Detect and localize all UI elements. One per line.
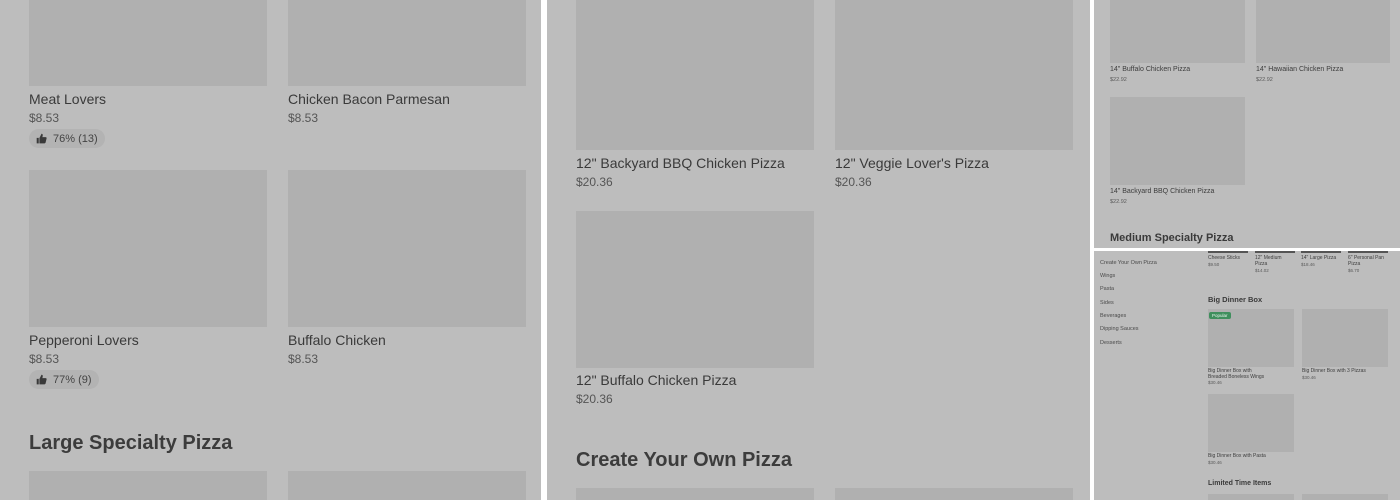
item-price: $30.46 xyxy=(1302,375,1316,380)
item-price: $6.70 xyxy=(1348,268,1360,273)
item-name[interactable]: 12" Medium Pizza xyxy=(1255,255,1291,267)
item-name[interactable]: 14" Backyard BBQ Chicken Pizza xyxy=(1110,188,1214,195)
popular-badge: Popular xyxy=(1209,312,1231,319)
item-price: $14.02 xyxy=(1255,268,1269,273)
item-name[interactable]: 12" Buffalo Chicken Pizza xyxy=(576,372,736,388)
item-image[interactable] xyxy=(1208,494,1294,500)
item-image[interactable] xyxy=(1302,494,1388,500)
sidebar-item-pasta[interactable]: Pasta xyxy=(1100,286,1114,292)
sidebar-item-dipping-sauces[interactable]: Dipping Sauces xyxy=(1100,326,1139,332)
item-price: $22.92 xyxy=(1110,77,1127,83)
item-price: $30.46 xyxy=(1208,380,1222,385)
rating-badge: 76% (13) xyxy=(29,129,105,148)
rating-badge: 77% (9) xyxy=(29,370,99,389)
item-image[interactable] xyxy=(576,211,814,368)
menu-panel-12in-specialty: 12" Backyard BBQ Chicken Pizza 12" Veggi… xyxy=(547,0,1090,500)
item-image[interactable] xyxy=(288,0,526,86)
item-image[interactable] xyxy=(1110,97,1245,185)
item-price: $20.36 xyxy=(576,175,613,189)
menu-panel-14in-specialty: 14" Buffalo Chicken Pizza 14" Hawaiian C… xyxy=(1094,0,1400,248)
item-image[interactable] xyxy=(1208,394,1294,452)
rating-value: 76% (13) xyxy=(53,132,98,145)
item-image[interactable] xyxy=(288,170,526,327)
section-heading: Big Dinner Box xyxy=(1208,295,1263,304)
item-price: $9.50 xyxy=(1208,262,1220,267)
item-price: $8.53 xyxy=(288,352,319,366)
item-price: $22.92 xyxy=(1256,77,1273,83)
item-name[interactable]: Cheese Sticks xyxy=(1208,255,1240,261)
item-name[interactable]: 14" Large Pizza xyxy=(1301,255,1336,261)
thumbs-up-icon xyxy=(36,133,47,144)
item-name[interactable]: 12" Backyard BBQ Chicken Pizza xyxy=(576,155,785,171)
menu-panel-small-specialty: Meat Lovers Chicken Bacon Parmesan $8.53… xyxy=(0,0,541,500)
item-name[interactable]: Big Dinner Box with 3 Pizzas xyxy=(1302,368,1366,374)
section-heading: Limited Time Items xyxy=(1208,480,1272,487)
section-heading: Medium Specialty Pizza xyxy=(1110,232,1234,244)
item-price: $20.36 xyxy=(576,392,613,406)
item-image[interactable] xyxy=(1301,251,1341,253)
item-image[interactable] xyxy=(29,170,267,327)
item-name[interactable]: 6" Personal Pan Pizza xyxy=(1348,255,1388,267)
thumbs-up-icon xyxy=(36,374,47,385)
item-image[interactable] xyxy=(29,0,267,86)
item-name[interactable]: 14" Buffalo Chicken Pizza xyxy=(1110,66,1190,73)
item-name[interactable]: Big Dinner Box with Pasta xyxy=(1208,453,1266,459)
item-image[interactable] xyxy=(1302,309,1388,367)
item-image[interactable] xyxy=(576,488,814,500)
item-image[interactable] xyxy=(1208,251,1248,253)
item-image[interactable] xyxy=(835,488,1073,500)
sidebar-item-sides[interactable]: Sides xyxy=(1100,300,1114,306)
item-image[interactable] xyxy=(1256,0,1390,63)
item-name[interactable]: 12" Veggie Lover's Pizza xyxy=(835,155,989,171)
item-price: $30.46 xyxy=(1208,460,1222,465)
sidebar-item-desserts[interactable]: Desserts xyxy=(1100,340,1122,346)
item-price: $22.92 xyxy=(1110,199,1127,205)
item-price: $8.53 xyxy=(288,111,319,125)
item-image[interactable] xyxy=(1348,251,1388,253)
item-image[interactable] xyxy=(576,0,814,150)
rating-value: 77% (9) xyxy=(53,373,92,386)
item-price: $20.36 xyxy=(835,175,872,189)
item-price: $8.53 xyxy=(29,352,60,366)
item-name[interactable]: Chicken Bacon Parmesan xyxy=(288,91,450,107)
menu-panel-big-dinner-box: Create Your Own Pizza Wings Pasta Sides … xyxy=(1094,251,1400,500)
sidebar-item-wings[interactable]: Wings xyxy=(1100,273,1115,279)
item-name[interactable]: Big Dinner Box with Breaded Boneless Win… xyxy=(1208,368,1270,380)
sidebar-item-beverages[interactable]: Beverages xyxy=(1100,313,1126,319)
item-price: $18.46 xyxy=(1301,262,1315,267)
section-heading: Large Specialty Pizza xyxy=(29,432,233,454)
section-heading: Create Your Own Pizza xyxy=(576,449,792,471)
item-image[interactable] xyxy=(1110,0,1245,63)
item-image[interactable] xyxy=(1255,251,1295,253)
item-image[interactable] xyxy=(29,471,267,500)
item-image[interactable] xyxy=(835,0,1073,150)
item-image[interactable] xyxy=(288,471,526,500)
item-name[interactable]: Buffalo Chicken xyxy=(288,332,386,348)
sidebar-item-create-your-own-pizza[interactable]: Create Your Own Pizza xyxy=(1100,260,1157,266)
item-name[interactable]: Pepperoni Lovers xyxy=(29,332,139,348)
item-name[interactable]: Meat Lovers xyxy=(29,91,106,107)
item-price: $8.53 xyxy=(29,111,60,125)
item-name[interactable]: 14" Hawaiian Chicken Pizza xyxy=(1256,66,1343,73)
